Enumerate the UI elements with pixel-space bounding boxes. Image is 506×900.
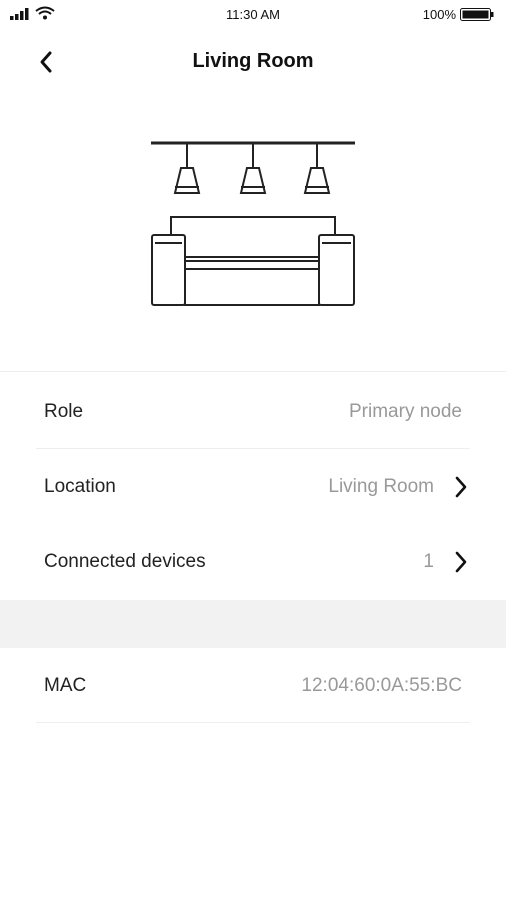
chevron-right-icon[interactable] xyxy=(452,475,470,499)
living-room-illustration xyxy=(151,141,355,306)
connected-devices-row[interactable]: Connected devices 1 xyxy=(0,524,506,599)
location-value: Living Room xyxy=(328,476,434,497)
mac-row: MAC 12:04:60:0A:55:BC xyxy=(0,648,506,723)
section-divider xyxy=(0,371,506,372)
mac-label: MAC xyxy=(44,675,87,696)
status-bar: 11:30 AM 100% xyxy=(0,0,506,28)
connected-devices-count: 1 xyxy=(423,551,434,572)
role-row: Role Primary node xyxy=(0,374,506,449)
role-label: Role xyxy=(44,401,84,422)
battery-percent: 100% xyxy=(422,7,456,22)
row-divider xyxy=(36,722,470,723)
role-value: Primary node xyxy=(349,401,462,422)
mac-value: 12:04:60:0A:55:BC xyxy=(301,675,462,696)
battery-icon xyxy=(460,8,494,21)
page-title: Living Room xyxy=(192,50,314,72)
nav-bar: Living Room xyxy=(0,38,506,86)
connected-devices-label: Connected devices xyxy=(44,551,206,572)
section-gap xyxy=(0,600,506,648)
location-label: Location xyxy=(44,476,116,497)
chevron-right-icon[interactable] xyxy=(452,550,470,574)
location-row[interactable]: Location Living Room xyxy=(0,449,506,524)
